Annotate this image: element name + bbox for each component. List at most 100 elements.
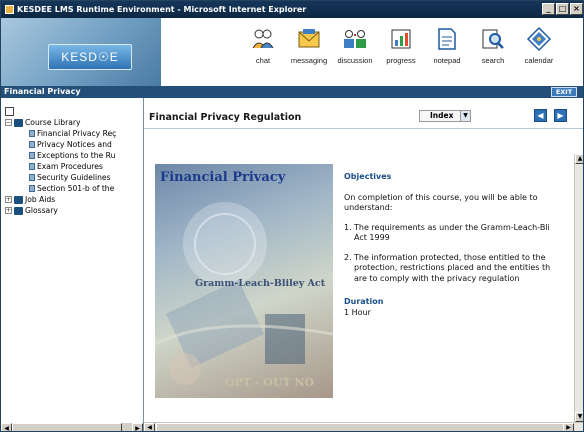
- nav-chat-label: chat: [255, 56, 271, 65]
- envelope-icon: [298, 29, 320, 48]
- nav-search-label: search: [481, 56, 505, 65]
- expand-icon[interactable]: +: [5, 207, 12, 214]
- scroll-thumb[interactable]: [12, 423, 122, 431]
- banner-graphic: KESD☉E: [1, 18, 161, 86]
- previous-page-button[interactable]: ◀: [534, 109, 547, 122]
- book-icon: [14, 206, 23, 215]
- intro-line: understand:: [344, 203, 393, 212]
- lms-toolbar: chat messaging discussion progress notep…: [244, 26, 566, 65]
- content-vertical-scrollbar[interactable]: ▲ ▼: [574, 154, 583, 431]
- illustration-heading: Financial Privacy: [160, 170, 286, 185]
- objective-line: protection, restrictions placed and the …: [354, 263, 551, 272]
- notepad-icon: [438, 28, 456, 50]
- minimize-button[interactable]: _: [542, 3, 555, 15]
- content-area: Financial Privacy Regulation Index ▼ ◀ ▶…: [144, 98, 583, 431]
- section-header: Financial Privacy EXIT: [1, 86, 583, 98]
- tree-item[interactable]: Exceptions to the Ru: [5, 150, 116, 161]
- tree-label: Course Library: [25, 118, 81, 127]
- nav-progress[interactable]: progress: [382, 26, 420, 65]
- tree-item[interactable]: Exam Procedures: [5, 161, 116, 172]
- exit-button[interactable]: EXIT: [551, 87, 577, 97]
- expand-icon[interactable]: +: [5, 196, 12, 203]
- window-titlebar[interactable]: KESDEE LMS Runtime Environment - Microso…: [1, 1, 583, 18]
- nav-calendar[interactable]: calendar: [520, 26, 558, 65]
- scroll-right-icon[interactable]: ▶: [563, 423, 574, 431]
- page-title: Financial Privacy Regulation: [149, 112, 302, 123]
- scroll-thumb[interactable]: [156, 423, 566, 431]
- nav-chat[interactable]: chat: [244, 26, 282, 65]
- duration-heading: Duration: [344, 297, 384, 306]
- collapse-icon[interactable]: −: [5, 119, 12, 126]
- maximize-button[interactable]: □: [556, 3, 569, 15]
- kesdee-logo: KESD☉E: [48, 44, 132, 70]
- nav-messaging-label: messaging: [290, 56, 328, 65]
- intro-line: On completion of this course, you will b…: [344, 192, 538, 202]
- tree-item[interactable]: Financial Privacy Reç: [5, 128, 116, 139]
- nav-progress-label: progress: [386, 56, 416, 65]
- chevron-down-icon[interactable]: ▼: [460, 111, 470, 121]
- library-icon: [5, 107, 14, 116]
- nav-messaging[interactable]: messaging: [290, 26, 328, 65]
- content-horizontal-scrollbar[interactable]: ◀ ▶: [144, 422, 583, 431]
- tree-label: Glossary: [25, 206, 58, 215]
- objective-line: are to comply with the privacy regulatio…: [354, 273, 520, 283]
- scroll-up-icon[interactable]: ▲: [575, 154, 583, 164]
- window-title: KESDEE LMS Runtime Environment - Microso…: [17, 5, 307, 14]
- tree-horizontal-scrollbar[interactable]: ◀ ▶: [1, 422, 143, 431]
- tree-item[interactable]: Security Guidelines: [5, 172, 116, 183]
- tree-item-glossary[interactable]: + Glossary: [5, 205, 116, 216]
- nav-search[interactable]: search: [474, 26, 512, 65]
- index-dropdown[interactable]: Index ▼: [419, 110, 471, 122]
- top-banner: KESD☉E chat messaging discussion progres…: [1, 18, 583, 86]
- duration-value: 1 Hour: [344, 307, 371, 317]
- tree-library-icon-row: [5, 106, 116, 117]
- objectives-heading: Objectives: [344, 172, 392, 181]
- page-icon: [29, 185, 35, 192]
- objective-item: 2. The information protected, those enti…: [344, 253, 569, 285]
- tree-label: Privacy Notices and: [37, 140, 112, 149]
- scroll-left-icon[interactable]: ◀: [144, 423, 155, 431]
- nav-notepad[interactable]: notepad: [428, 26, 466, 65]
- tree-item[interactable]: Privacy Notices and: [5, 139, 116, 150]
- scroll-down-icon[interactable]: ▼: [575, 412, 583, 422]
- discussion-icon: [344, 30, 366, 48]
- nav-discussion-label: discussion: [337, 56, 373, 65]
- progress-icon: [391, 29, 411, 49]
- tree-item[interactable]: Section 501-b of the: [5, 183, 116, 194]
- page-icon: [29, 174, 35, 181]
- page-icon: [29, 130, 35, 137]
- objective-item: 1. The requirements as under the Gramm-L…: [344, 223, 569, 244]
- chat-icon: [252, 29, 274, 49]
- objective-line: Act 1999: [354, 233, 390, 242]
- objective-line: The information protected, those entitle…: [354, 252, 546, 262]
- scroll-right-icon[interactable]: ▶: [132, 423, 143, 431]
- window-controls: _ □ ×: [542, 3, 583, 15]
- calendar-icon: [526, 26, 552, 52]
- tree-label: Exam Procedures: [37, 162, 103, 171]
- illustration-act-text: Gramm-Leach-Bliley Act: [195, 278, 326, 289]
- section-title: Financial Privacy: [4, 87, 81, 96]
- nav-discussion[interactable]: discussion: [336, 26, 374, 65]
- next-page-button[interactable]: ▶: [554, 109, 567, 122]
- course-description: Objectives On completion of this course,…: [344, 172, 569, 318]
- illustration-optout-text: OPT - OUT NO: [225, 376, 315, 389]
- page-icon: [29, 163, 35, 170]
- page-icon: [29, 141, 35, 148]
- objective-number: 2.: [344, 252, 352, 262]
- tree-label: Section 501-b of the: [37, 184, 115, 193]
- search-icon: [482, 29, 504, 49]
- tree-item-job-aids[interactable]: + Job Aids: [5, 194, 116, 205]
- nav-notepad-label: notepad: [433, 56, 461, 65]
- divider: [144, 128, 583, 129]
- close-button[interactable]: ×: [570, 3, 583, 15]
- book-icon: [14, 195, 23, 204]
- tree-label: Financial Privacy Reç: [37, 129, 117, 138]
- course-illustration: Financial Privacy Gramm-Leach-Bliley Act…: [155, 164, 333, 398]
- tree-item-course-library[interactable]: − Course Library: [5, 117, 116, 128]
- intro-text: On completion of this course, you will b…: [344, 193, 569, 214]
- browser-window: KESDEE LMS Runtime Environment - Microso…: [0, 0, 584, 432]
- scroll-left-icon[interactable]: ◀: [1, 423, 12, 431]
- course-tree: − Course Library Financial Privacy Reç P…: [5, 106, 116, 216]
- book-icon: [14, 118, 23, 127]
- app-icon: [5, 5, 14, 14]
